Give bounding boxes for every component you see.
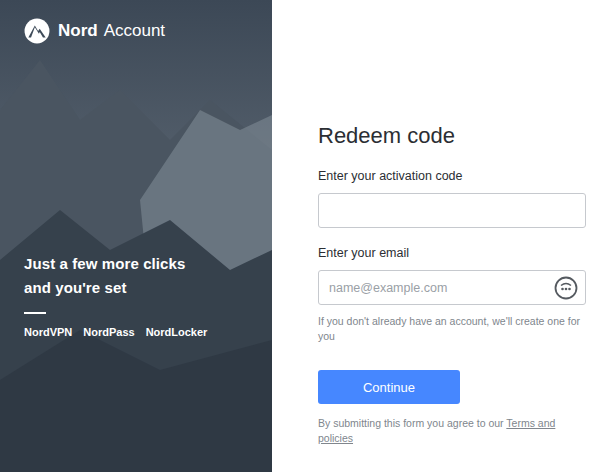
mountain-photo [0, 0, 272, 472]
input-wrap [318, 270, 586, 305]
redeem-form: Redeem code Enter your activation code Ent… [318, 121, 586, 446]
autofill-icon[interactable] [554, 276, 578, 300]
headline-line: and you're set [24, 276, 252, 300]
form-field: Enter your email [318, 244, 586, 305]
brand-name: Nord [58, 21, 98, 41]
hero-panel: Nord Account Just a few more clicksand you… [0, 0, 272, 472]
terms-text: By submitting this form you agree to our… [318, 416, 586, 446]
product-item: NordLocker [146, 326, 208, 338]
brand-suffix: Account [104, 21, 165, 41]
nord-mountain-icon [24, 18, 50, 44]
text-input[interactable] [318, 193, 586, 228]
headline-line: Just a few more clicks [24, 252, 252, 276]
input-wrap [318, 193, 586, 228]
product-item: NordVPN [24, 326, 72, 338]
hero-headline: Just a few more clicksand you're set [24, 252, 252, 300]
text-input[interactable] [318, 270, 586, 305]
field-label: Enter your activation code [318, 167, 586, 185]
continue-button[interactable]: Continue [318, 370, 460, 404]
form-panel: Redeem code Enter your activation code Ent… [272, 0, 600, 472]
hero-rule [24, 312, 46, 314]
product-item: NordPass [83, 326, 134, 338]
form-field: Enter your activation code [318, 167, 586, 228]
terms-link[interactable]: Terms and policies [318, 417, 555, 444]
redeem-page: Nord Account Just a few more clicksand you… [0, 0, 600, 472]
form-title: Redeem code [318, 121, 586, 151]
field-label: Enter your email [318, 244, 586, 262]
product-list: NordVPN NordPass NordLocker [24, 326, 252, 338]
brand-logo[interactable]: Nord Account [24, 18, 252, 44]
helper-text: If you don't already have an account, we… [318, 314, 586, 344]
